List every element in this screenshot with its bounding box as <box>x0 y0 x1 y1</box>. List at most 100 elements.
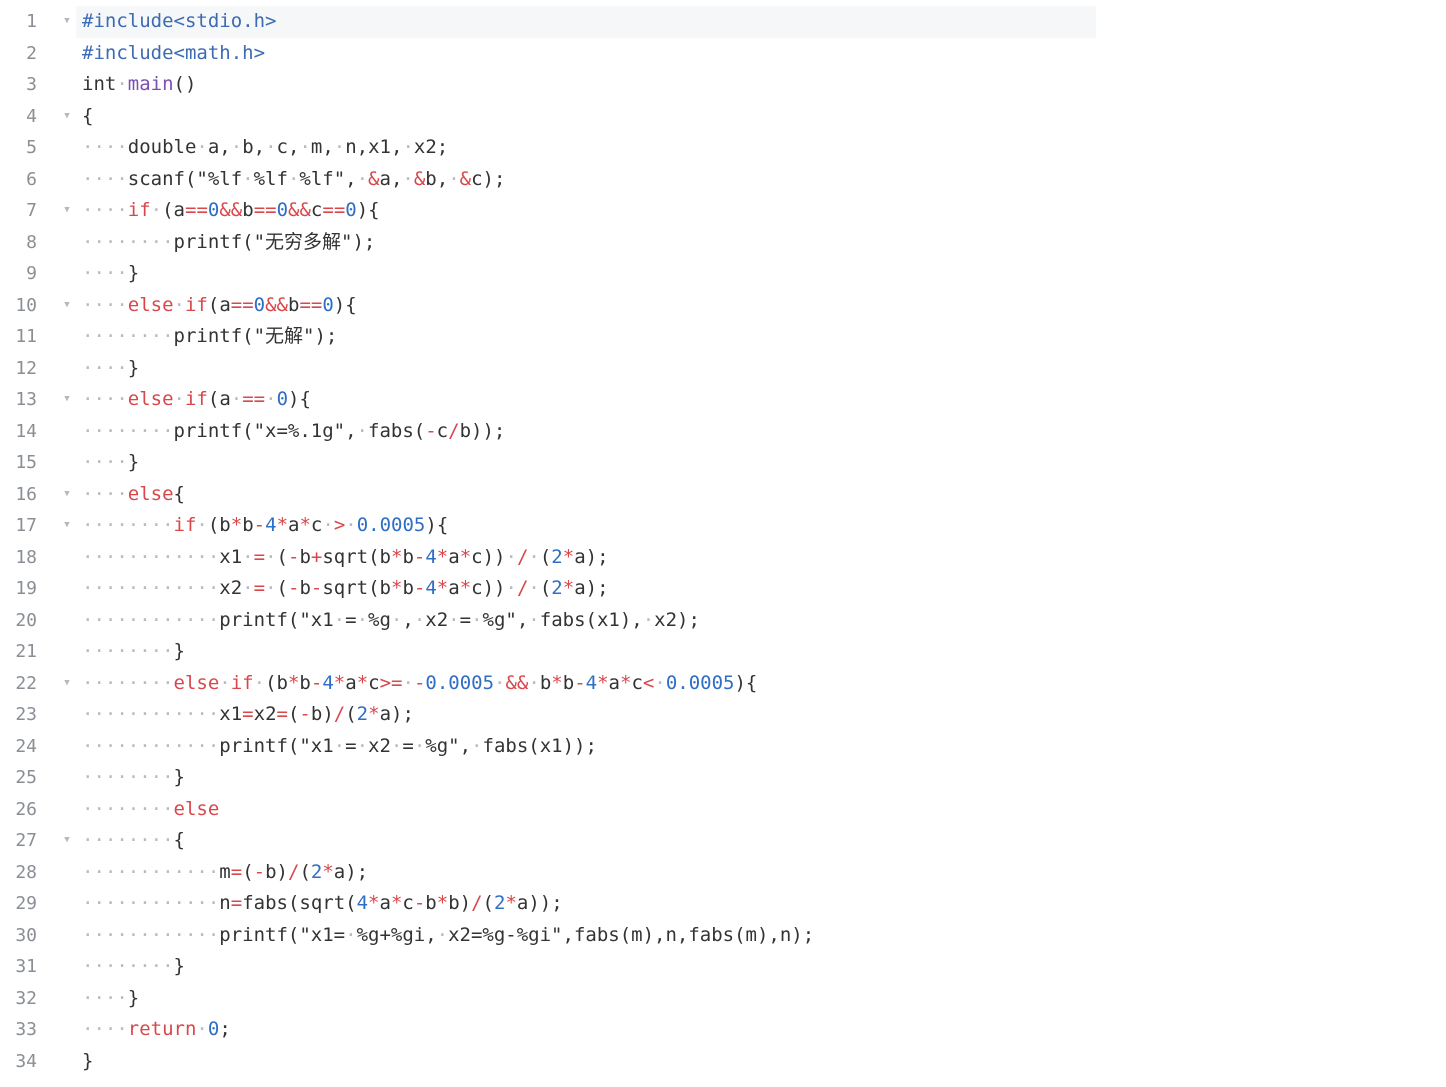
code-line[interactable]: 11 ········printf("无解"); <box>0 321 1446 353</box>
code-token: - <box>425 419 437 442</box>
code-token: printf("x1 <box>219 734 334 757</box>
code-line[interactable]: 23 ············x1=x2=(-b)/(2*a); <box>0 699 1446 731</box>
fold-toggle-icon[interactable]: ▼ <box>61 479 73 511</box>
code-line[interactable]: 16 ▼ ····else{ <box>0 479 1446 511</box>
code-token: fabs(sqrt( <box>242 892 357 914</box>
fold-toggle-icon[interactable]: ▼ <box>61 6 73 38</box>
code-text[interactable]: ····} <box>76 353 1096 385</box>
fold-toggle-icon[interactable]: ▼ <box>61 101 73 133</box>
code-line[interactable]: 30 ············printf("x1=·%g+%gi,·x2=%g-… <box>0 920 1446 952</box>
code-line[interactable]: 28 ············m=(-b)/(2*a); <box>0 857 1446 889</box>
fold-toggle-icon[interactable]: ▼ <box>61 290 73 322</box>
code-text[interactable]: ····} <box>76 258 1096 290</box>
code-text[interactable]: ············m=(-b)/(2*a); <box>76 857 1096 889</box>
code-text[interactable]: ····scanf("%lf·%lf·%lf",·&a,·&b,·&c); <box>76 164 1096 196</box>
code-text[interactable]: ····} <box>76 447 1096 479</box>
code-token: - <box>253 860 266 883</box>
code-line[interactable]: 2 #include<math.h> <box>0 38 1446 70</box>
code-text[interactable]: ············printf("x1=·%g+%gi,·x2=%g-%g… <box>76 920 1096 952</box>
code-line[interactable]: 21 ········} <box>0 636 1446 668</box>
whitespace-marker: ········ <box>82 955 174 977</box>
line-number: 23 <box>15 704 37 725</box>
code-line[interactable]: 10 ▼ ····else·if(a==0&&b==0){ <box>0 290 1446 322</box>
code-text[interactable]: ····if·(a==0&&b==0&&c==0){ <box>76 195 1096 227</box>
line-number: 14 <box>15 420 37 442</box>
code-line[interactable]: 18 ············x1·=·(-b+sqrt(b*b-4*a*c))·… <box>0 542 1446 574</box>
code-line[interactable]: 6 ····scanf("%lf·%lf·%lf",·&a,·&b,·&c); <box>0 164 1446 196</box>
code-line[interactable]: 15 ····} <box>0 447 1446 479</box>
code-token: 4 <box>322 671 334 694</box>
code-line[interactable]: 33 ····return·0; <box>0 1014 1446 1046</box>
code-token: b <box>402 545 414 568</box>
code-line[interactable]: 19 ············x2·=·(-b-sqrt(b*b-4*a*c))·… <box>0 573 1446 605</box>
code-line[interactable]: 8 ········printf("无穷多解"); <box>0 227 1446 259</box>
code-token: 0 <box>322 293 334 316</box>
code-text[interactable]: ····else{ <box>76 479 1096 511</box>
code-line[interactable]: 9 ····} <box>0 258 1446 290</box>
fold-toggle-icon[interactable]: ▼ <box>61 195 73 227</box>
code-text[interactable]: ········} <box>76 636 1096 668</box>
code-token: ( <box>299 860 311 883</box>
code-text[interactable]: ············x1=x2=(-b)/(2*a); <box>76 699 1096 731</box>
code-text[interactable]: int·main() <box>76 69 1096 101</box>
code-text[interactable]: ········} <box>76 762 1096 794</box>
code-text[interactable]: { <box>76 101 1096 133</box>
code-token: = <box>459 608 472 631</box>
code-line[interactable]: 32 ····} <box>0 983 1446 1015</box>
code-line[interactable]: 3 int·main() <box>0 69 1446 101</box>
code-token: * <box>562 545 575 568</box>
code-line[interactable]: 29 ············n=fabs(sqrt(4*a*c-b*b)/(2*… <box>0 888 1446 920</box>
code-line[interactable]: 25 ········} <box>0 762 1446 794</box>
code-text[interactable]: #include<stdio.h> <box>76 6 1096 38</box>
code-text[interactable]: ········else·if·(b*b-4*a*c>=·-0.0005·&&·… <box>76 668 1096 700</box>
code-text[interactable]: ····} <box>76 983 1096 1015</box>
code-text[interactable]: ····else·if(a·==·0){ <box>76 384 1096 416</box>
code-text[interactable]: ········if·(b*b-4*a*c·>·0.0005){ <box>76 510 1096 542</box>
code-line[interactable]: 1 ▼ #include<stdio.h> <box>0 6 1446 38</box>
code-line[interactable]: 17 ▼ ········if·(b*b-4*a*c·>·0.0005){ <box>0 510 1446 542</box>
code-token: 0 <box>345 199 357 221</box>
code-text[interactable]: ········printf("无穷多解"); <box>76 227 1096 259</box>
fold-toggle-icon[interactable]: ▼ <box>61 668 73 700</box>
code-line[interactable]: 26 ········else <box>0 794 1446 826</box>
code-text[interactable]: ············printf("x1·=·x2·=·%g",·fabs(… <box>76 731 1096 763</box>
code-text[interactable]: #include<math.h> <box>76 38 1096 70</box>
code-text[interactable]: ········else <box>76 794 1096 826</box>
code-line[interactable]: 5 ····double·a,·b,·c,·m,·n,x1,·x2; <box>0 132 1446 164</box>
code-text[interactable]: ········} <box>76 951 1096 983</box>
code-token: else <box>127 388 174 410</box>
code-line[interactable]: 22 ▼ ········else·if·(b*b-4*a*c>=·-0.0005·… <box>0 668 1446 700</box>
code-text[interactable]: } <box>76 1046 1096 1078</box>
code-line[interactable]: 14 ········printf("x=%.1g",·fabs(-c/b)); <box>0 416 1446 448</box>
code-line[interactable]: 13 ▼ ····else·if(a·==·0){ <box>0 384 1446 416</box>
fold-toggle-icon[interactable]: ▼ <box>61 384 73 416</box>
whitespace-marker: · <box>471 734 483 757</box>
code-text[interactable]: ············n=fabs(sqrt(4*a*c-b*b)/(2*a)… <box>76 888 1096 920</box>
code-line[interactable]: 4 ▼ { <box>0 101 1446 133</box>
code-token: b <box>425 892 437 914</box>
code-text[interactable]: ············x1·=·(-b+sqrt(b*b-4*a*c))·/·… <box>76 542 1096 574</box>
code-text[interactable]: ········{ <box>76 825 1096 857</box>
code-line[interactable]: 20 ············printf("x1·=·%g·,·x2·=·%g"… <box>0 605 1446 637</box>
code-line[interactable]: 24 ············printf("x1·=·x2·=·%g",·fab… <box>0 731 1446 763</box>
code-line[interactable]: 12 ····} <box>0 353 1446 385</box>
code-token: c <box>310 514 323 536</box>
code-line[interactable]: 34} <box>0 1046 1446 1078</box>
code-text[interactable]: ············x2·=·(-b-sqrt(b*b-4*a*c))·/·… <box>76 573 1096 605</box>
whitespace-marker: ········ <box>82 766 174 788</box>
code-token: c <box>310 199 323 221</box>
code-text[interactable]: ····double·a,·b,·c,·m,·n,x1,·x2; <box>76 132 1096 164</box>
whitespace-marker: · <box>230 136 243 158</box>
code-token: = <box>345 608 357 631</box>
code-text[interactable]: ············printf("x1·=·%g·,·x2·=·%g",·… <box>76 605 1096 637</box>
code-line[interactable]: 7 ▼ ····if·(a==0&&b==0&&c==0){ <box>0 195 1446 227</box>
fold-toggle-icon[interactable]: ▼ <box>61 510 73 542</box>
code-editor[interactable]: 1 ▼ #include<stdio.h> 2 #include<math.h> 3 int… <box>0 6 1446 1077</box>
fold-toggle-icon[interactable]: ▼ <box>61 825 73 857</box>
code-line[interactable]: 27 ▼ ········{ <box>0 825 1446 857</box>
code-text[interactable]: ····return·0; <box>76 1014 1096 1046</box>
code-line[interactable]: 31 ········} <box>0 951 1446 983</box>
code-text[interactable]: ········printf("无解"); <box>76 321 1096 353</box>
code-text[interactable]: ········printf("x=%.1g",·fabs(-c/b)); <box>76 416 1096 448</box>
code-text[interactable]: ····else·if(a==0&&b==0){ <box>76 290 1096 322</box>
